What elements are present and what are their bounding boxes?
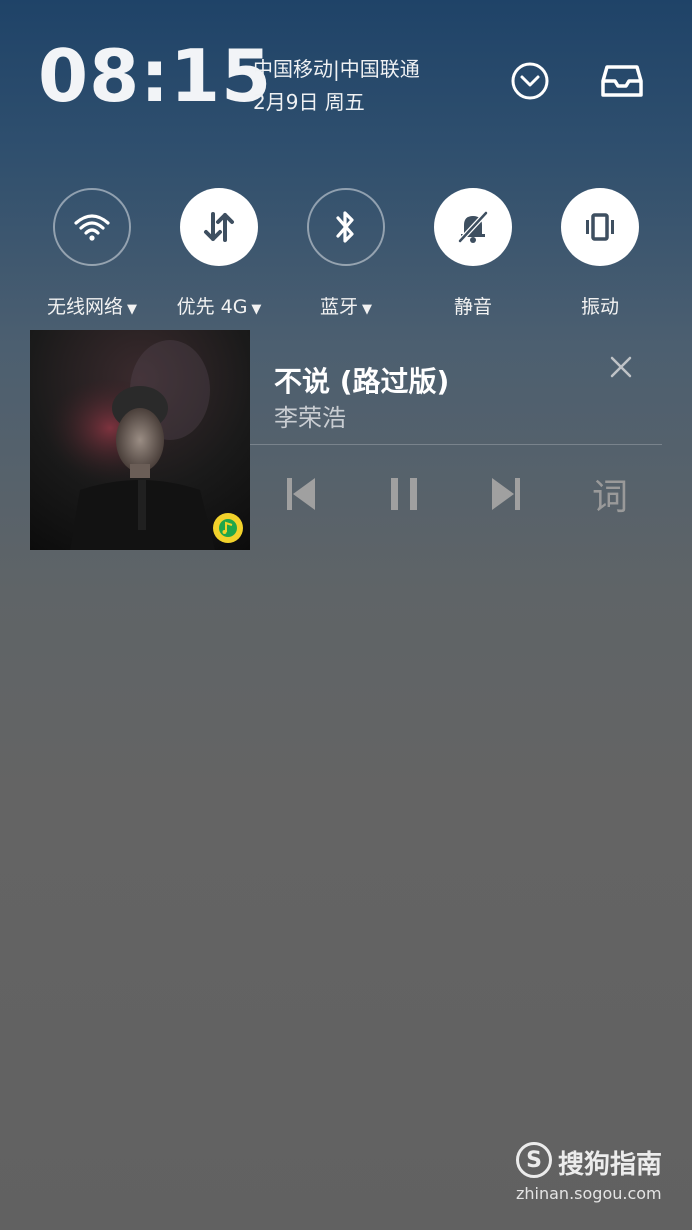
sogou-watermark: S 搜狗指南 zhinan.sogou.com: [512, 1140, 682, 1210]
vibrate-toggle-button[interactable]: [561, 188, 639, 266]
vibrate-icon: [586, 213, 614, 241]
mobile-data-toggle-button[interactable]: [180, 188, 258, 266]
bluetooth-toggle-button[interactable]: [307, 188, 385, 266]
divider: [250, 444, 662, 445]
previous-icon[interactable]: [279, 472, 323, 516]
album-cover-image[interactable]: [30, 330, 250, 550]
next-icon[interactable]: [484, 472, 528, 516]
toggle-label: 无线网络: [46, 296, 123, 318]
watermark-url: zhinan.sogou.com: [516, 1184, 662, 1203]
vibrate-label[interactable]: 振动: [530, 292, 670, 319]
carrier-name: 中国移动|中国联通: [253, 57, 420, 81]
song-title: 不说 (路过版): [274, 365, 450, 398]
toggle-silent[interactable]: 静音: [403, 188, 543, 319]
mobile-data-arrows-icon: [204, 212, 234, 242]
mobile-data-label-row[interactable]: 优先 4G ▼: [149, 292, 289, 319]
wifi-label-row[interactable]: 无线网络 ▼: [22, 292, 162, 319]
wifi-toggle-button[interactable]: [53, 188, 131, 266]
watermark-name: 搜狗指南: [558, 1150, 663, 1180]
dropdown-triangle-icon[interactable]: ▼: [251, 302, 261, 317]
toggle-wifi[interactable]: 无线网络 ▼: [22, 188, 162, 319]
dropdown-triangle-icon[interactable]: ▼: [362, 302, 372, 317]
lyrics-button[interactable]: 词: [588, 472, 632, 518]
toggle-mobile-data[interactable]: 优先 4G ▼: [149, 188, 289, 319]
toggle-label: 蓝牙: [319, 296, 358, 318]
inbox-tray-icon[interactable]: [601, 60, 643, 102]
qq-music-icon: [213, 513, 243, 543]
bluetooth-label-row[interactable]: 蓝牙 ▼: [276, 292, 416, 319]
music-notification[interactable]: 不说 (路过版) 李荣浩 词: [30, 330, 662, 550]
silent-toggle-button[interactable]: [434, 188, 512, 266]
toggle-label: 优先 4G: [176, 296, 248, 318]
song-artist: 李荣浩: [274, 404, 346, 432]
chevron-down-circle-icon[interactable]: [509, 60, 551, 102]
sogou-logo-icon: S: [516, 1142, 552, 1178]
silent-label[interactable]: 静音: [403, 292, 543, 319]
quick-settings-toggles: 无线网络 ▼ 优先 4G ▼ 蓝牙 ▼ 静音 振动: [0, 188, 692, 318]
bell-muted-icon: [458, 211, 488, 243]
dropdown-triangle-icon[interactable]: ▼: [127, 302, 137, 317]
toggle-bluetooth[interactable]: 蓝牙 ▼: [276, 188, 416, 319]
clock-time: 08:15: [38, 34, 273, 118]
close-icon[interactable]: [606, 352, 636, 382]
pause-icon[interactable]: [382, 472, 426, 516]
toggle-vibrate[interactable]: 振动: [530, 188, 670, 319]
wifi-icon: [74, 214, 110, 241]
date-label: 2月9日 周五: [253, 90, 365, 114]
bluetooth-icon: [336, 211, 354, 243]
